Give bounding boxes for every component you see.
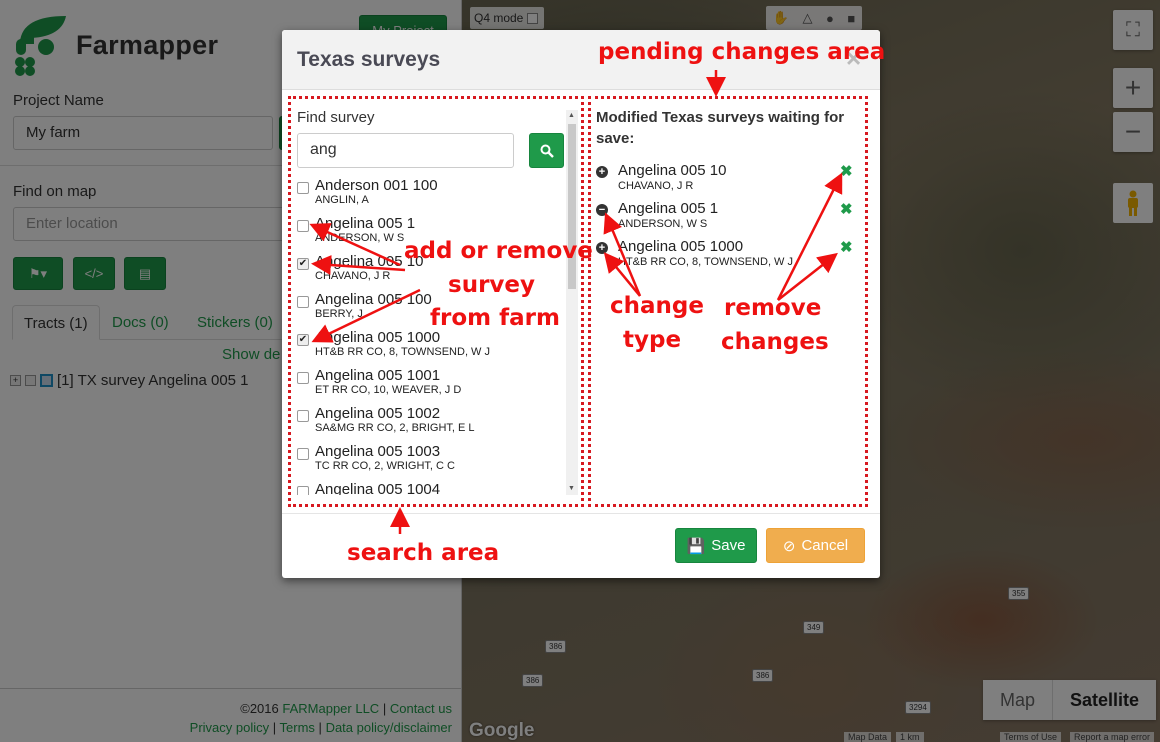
arrow [603, 212, 642, 297]
arrow [309, 223, 401, 267]
arrow [777, 252, 838, 301]
arrow [311, 255, 406, 275]
arrow [603, 252, 641, 297]
arrow [311, 288, 421, 343]
arrow [776, 172, 843, 301]
annotation-arrows [309, 70, 843, 534]
